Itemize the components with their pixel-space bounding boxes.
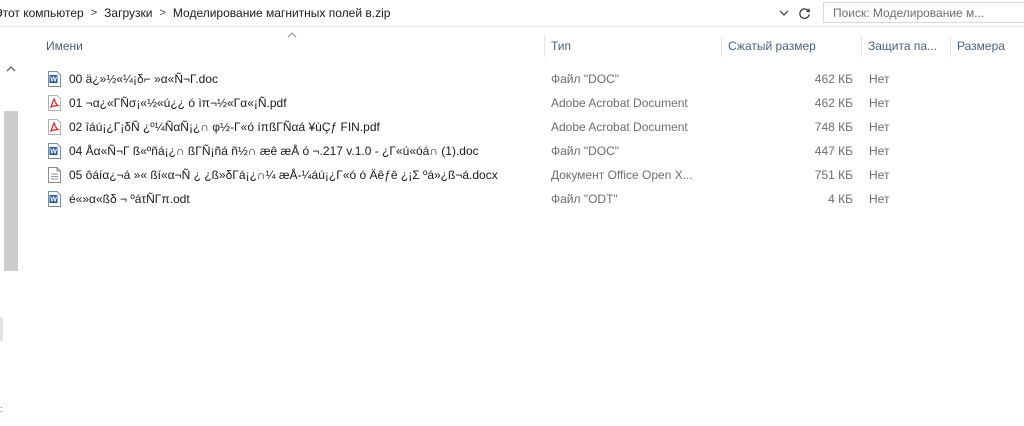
refresh-button[interactable] bbox=[795, 4, 813, 22]
column-header-size[interactable]: Размера bbox=[957, 35, 1005, 57]
file-name: é«»α«ßδ ¬ ºáτÑΓπ.odt bbox=[69, 192, 190, 206]
column-divider[interactable] bbox=[721, 35, 722, 57]
file-row[interactable]: W 00 ä¿»½«¼¡δ⌐ »α«Ñ¬Γ.doc Файл "DOC" 462… bbox=[22, 67, 1024, 91]
file-name: 01 ¬α¿«ΓÑσ¡«½«ú¿¿ ó ìπ¬½«Γα«¡Ñ.pdf bbox=[69, 96, 287, 110]
file-list: W 00 ä¿»½«¼¡δ⌐ »α«Ñ¬Γ.doc Файл "DOC" 462… bbox=[22, 67, 1024, 211]
file-type: Файл "DOC" bbox=[551, 144, 620, 158]
file-protection: Нет bbox=[869, 144, 890, 158]
column-header-name[interactable]: Имени bbox=[46, 35, 83, 57]
file-row[interactable]: 02 îáú¡¿Γ¡δÑ ¿º¼ÑαÑ¡¿∩ φ½-Γ«ó íπßΓÑαá ¥ù… bbox=[22, 115, 1024, 139]
address-bar: Этот компьютер > Загрузки > Моделировани… bbox=[0, 0, 1024, 27]
file-type: Файл "ODT" bbox=[551, 192, 618, 206]
file-row[interactable]: 01 ¬α¿«ΓÑσ¡«½«ú¿¿ ó ìπ¬½«Γα«¡Ñ.pdf Adobe… bbox=[22, 91, 1024, 115]
refresh-icon bbox=[798, 7, 810, 19]
file-protection: Нет bbox=[869, 168, 890, 182]
breadcrumb: Этот компьютер > Загрузки > Моделировани… bbox=[0, 0, 390, 26]
file-row[interactable]: 05 ôáíα¿¬á »« ßí«α¬Ñ ¿ ¿ß»δΓá¡¿∩¼ æÅ-¼áú… bbox=[22, 163, 1024, 187]
search-box[interactable] bbox=[823, 2, 1024, 23]
file-packed-size: 748 КБ bbox=[814, 120, 853, 134]
doc-file-icon: W bbox=[48, 71, 61, 87]
column-divider[interactable] bbox=[544, 35, 545, 57]
breadcrumb-separator[interactable]: > bbox=[159, 7, 165, 19]
file-protection: Нет bbox=[869, 72, 890, 86]
scroll-up-arrow-icon[interactable] bbox=[5, 64, 17, 74]
search-input[interactable] bbox=[824, 3, 1023, 22]
odt-file-icon: W bbox=[48, 191, 61, 207]
breadcrumb-zip-archive[interactable]: Моделирование магнитных полей в.zip bbox=[173, 6, 391, 20]
file-packed-size: 462 КБ bbox=[814, 72, 853, 86]
file-row[interactable]: W é«»α«ßδ ¬ ºáτÑΓπ.odt Файл "ODT" 4 КБ Н… bbox=[22, 187, 1024, 211]
column-header-type[interactable]: Тип bbox=[551, 35, 571, 57]
file-type: Adobe Acrobat Document bbox=[551, 120, 688, 134]
file-type: Файл "DOC" bbox=[551, 72, 620, 86]
navigation-pane-edge: : bbox=[0, 27, 22, 426]
svg-text:W: W bbox=[50, 197, 57, 204]
pdf-file-icon bbox=[48, 119, 61, 135]
sort-ascending-icon bbox=[287, 32, 297, 38]
navigation-pane-marker bbox=[0, 317, 3, 341]
column-header: Имени Тип Сжатый размер Защита па... Раз… bbox=[22, 27, 1024, 65]
file-row[interactable]: W 04 Åα«Ñ¬Γ ß«ºñá¡¿∩ ßΓÑ¡ñá ñ½∩ æê æÅ ó … bbox=[22, 139, 1024, 163]
column-divider[interactable] bbox=[861, 35, 862, 57]
file-name: 00 ä¿»½«¼¡δ⌐ »α«Ñ¬Γ.doc bbox=[69, 72, 218, 86]
file-packed-size: 751 КБ bbox=[814, 168, 853, 182]
file-protection: Нет bbox=[869, 192, 890, 206]
navigation-pane-glyph: : bbox=[0, 404, 3, 414]
file-name: 05 ôáíα¿¬á »« ßí«α¬Ñ ¿ ¿ß»δΓá¡¿∩¼ æÅ-¼áú… bbox=[69, 168, 498, 182]
file-type: Документ Office Open X... bbox=[551, 168, 693, 182]
file-packed-size: 4 КБ bbox=[828, 192, 853, 206]
column-divider[interactable] bbox=[950, 35, 951, 57]
svg-text:W: W bbox=[50, 77, 57, 84]
navigation-scrollbar-thumb[interactable] bbox=[4, 111, 18, 271]
doc-file-icon: W bbox=[48, 143, 61, 159]
file-name: 02 îáú¡¿Γ¡δÑ ¿º¼ÑαÑ¡¿∩ φ½-Γ«ó íπßΓÑαá ¥ù… bbox=[69, 120, 380, 134]
file-name: 04 Åα«Ñ¬Γ ß«ºñá¡¿∩ ßΓÑ¡ñá ñ½∩ æê æÅ ó ¬.… bbox=[69, 144, 479, 158]
file-type: Adobe Acrobat Document bbox=[551, 96, 688, 110]
column-header-protection[interactable]: Защита па... bbox=[868, 35, 937, 57]
docx-file-icon bbox=[48, 167, 61, 183]
breadcrumb-downloads[interactable]: Загрузки bbox=[104, 6, 152, 20]
column-header-packed-size[interactable]: Сжатый размер bbox=[728, 35, 816, 57]
file-packed-size: 462 КБ bbox=[814, 96, 853, 110]
breadcrumb-separator[interactable]: > bbox=[91, 7, 97, 19]
file-protection: Нет bbox=[869, 96, 890, 110]
file-protection: Нет bbox=[869, 120, 890, 134]
file-packed-size: 447 КБ bbox=[814, 144, 853, 158]
svg-text:W: W bbox=[50, 149, 57, 156]
address-dropdown-button[interactable] bbox=[776, 4, 792, 22]
breadcrumb-this-pc[interactable]: Этот компьютер bbox=[0, 6, 84, 20]
chevron-down-icon bbox=[779, 10, 789, 16]
pdf-file-icon bbox=[48, 95, 61, 111]
